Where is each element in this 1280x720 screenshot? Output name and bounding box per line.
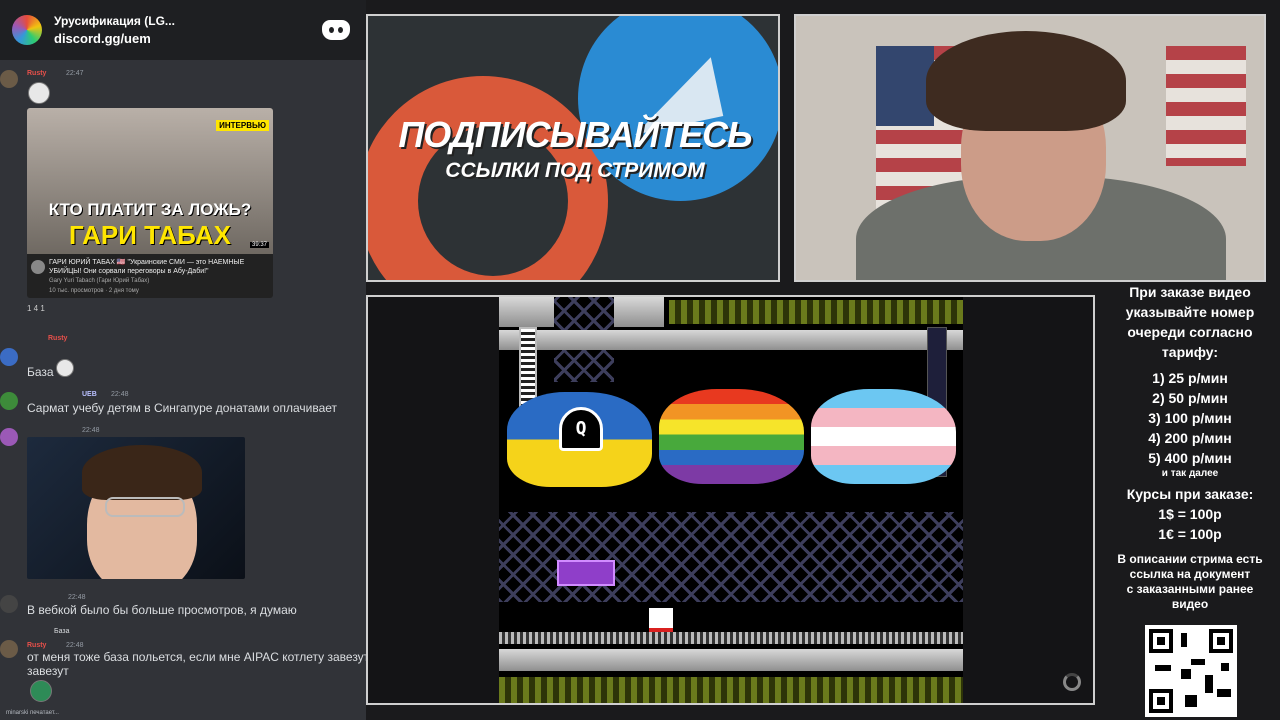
rainbow-flag-map bbox=[659, 389, 804, 484]
timestamp: 22:48 bbox=[68, 594, 86, 601]
typing-indicator: minarski печатает... bbox=[6, 710, 59, 716]
discord-logo-icon bbox=[322, 20, 350, 40]
trans-flag-map bbox=[811, 389, 956, 484]
avatar bbox=[0, 348, 18, 366]
us-flag-right bbox=[1166, 46, 1246, 166]
tariff-item: 4) 200 р/мин bbox=[1148, 430, 1232, 446]
avatar bbox=[0, 392, 18, 410]
info-intro-line: При заказе видео bbox=[1129, 284, 1251, 300]
reactions-bar[interactable]: 1 4 1 bbox=[27, 304, 45, 313]
green-rail bbox=[669, 300, 963, 324]
message-text: от меня тоже база польется, если мне AIP… bbox=[27, 650, 366, 664]
streamer-webcam bbox=[794, 14, 1266, 282]
youtube-embed[interactable]: ИНТЕРВЬЮ КТО ПЛАТИТ ЗА ЛОЖЬ? ГАРИ ТАБАХ … bbox=[27, 108, 273, 298]
green-floor bbox=[499, 677, 963, 703]
message-text: База bbox=[27, 365, 54, 379]
girder bbox=[499, 512, 963, 602]
message-text: Сармат учебу детям в Сингапуре донатами … bbox=[27, 401, 338, 415]
youtube-headline: КТО ПЛАТИТ ЗА ЛОЖЬ? bbox=[48, 200, 252, 219]
server-invite-link[interactable]: discord.gg/uem bbox=[54, 30, 322, 47]
server-icon bbox=[12, 15, 42, 45]
server-name: Урусификация (LG... bbox=[54, 14, 175, 28]
timestamp: 22:47 bbox=[66, 70, 84, 77]
shared-image[interactable] bbox=[27, 437, 245, 579]
desc-line: В описании стрима есть bbox=[1117, 552, 1263, 566]
info-intro-line: тарифу: bbox=[1161, 344, 1219, 360]
tariff-etc: и так далее bbox=[1161, 468, 1219, 479]
pipe bbox=[614, 297, 664, 327]
rate-item: 1$ = 100р bbox=[1158, 506, 1222, 522]
globe-emoji-icon bbox=[30, 680, 52, 702]
chat-header: Урусификация (LG... discord.gg/uem bbox=[0, 0, 366, 60]
tariff-item: 3) 100 р/мин bbox=[1148, 410, 1232, 426]
qr-code bbox=[1145, 625, 1237, 717]
avatar bbox=[0, 640, 18, 658]
youtube-author[interactable]: Gary Yuri Tabach (Гари Юрий Табах) bbox=[49, 278, 149, 284]
timestamp: 22:48 bbox=[66, 642, 84, 649]
info-intro-line: очереди согласно bbox=[1127, 324, 1253, 340]
trollface-emoji-icon bbox=[28, 82, 50, 104]
trollface-emoji-icon bbox=[56, 359, 74, 377]
rates-title: Курсы при заказе: bbox=[1126, 486, 1254, 502]
discord-chat-panel: Урусификация (LG... discord.gg/uem Rusty… bbox=[0, 0, 366, 720]
reply-preview[interactable]: База bbox=[54, 628, 70, 635]
promo-banner: ПОДПИСЫВАЙТЕСЬ ССЫЛКИ ПОД СТРИМОМ bbox=[366, 14, 780, 282]
channel-avatar bbox=[31, 260, 45, 274]
info-intro-line: указывайте номер bbox=[1125, 304, 1255, 320]
tariff-item: 5) 400 р/мин bbox=[1148, 450, 1232, 466]
server-info: Урусификация (LG... discord.gg/uem bbox=[54, 13, 322, 47]
game-capture: Q bbox=[366, 295, 1095, 705]
timestamp: 22:48 bbox=[111, 391, 129, 398]
desc-line: с заказанными ранее bbox=[1126, 582, 1254, 596]
promo-subtitle: ССЫЛКИ ПОД СТРИМОМ bbox=[445, 159, 705, 182]
message-text-wrap: завезут bbox=[27, 664, 69, 678]
username[interactable]: Rusty bbox=[27, 70, 46, 77]
streamer-hair bbox=[926, 31, 1126, 131]
glasses bbox=[105, 497, 185, 517]
boss-letter: Q bbox=[575, 418, 587, 439]
username[interactable]: Rusty bbox=[27, 642, 46, 649]
pipe bbox=[499, 330, 963, 350]
desc-line: ссылка на документ bbox=[1129, 567, 1251, 581]
boss-emblem-icon: Q bbox=[559, 407, 603, 451]
username[interactable]: Rusty bbox=[48, 335, 67, 342]
rate-item: 1€ = 100р bbox=[1158, 526, 1222, 542]
message-text: В вебкой было бы больше просмотров, я ду… bbox=[27, 603, 297, 617]
loading-spinner-icon bbox=[1063, 673, 1081, 691]
youtube-badge: ИНТЕРВЬЮ bbox=[216, 120, 269, 131]
youtube-duration: 39:37 bbox=[249, 242, 269, 248]
avatar bbox=[0, 428, 18, 446]
tariff-item: 1) 25 р/мин bbox=[1152, 370, 1228, 386]
timestamp: 22:48 bbox=[82, 427, 100, 434]
youtube-title[interactable]: ГАРИ ЮРИЙ ТАБАХ 🇺🇸 "Украинские СМИ — это… bbox=[49, 258, 269, 276]
pipe bbox=[499, 297, 554, 327]
youtube-headline-name: ГАРИ ТАБАХ bbox=[69, 220, 231, 250]
floor-pipe bbox=[499, 649, 963, 671]
spike-rail bbox=[499, 632, 963, 644]
hair bbox=[82, 445, 202, 500]
youtube-views: 10 тыс. просмотров · 2 дня тому bbox=[49, 288, 139, 294]
purple-platform bbox=[557, 560, 615, 586]
order-info-panel: При заказе видео указывайте номер очеред… bbox=[1100, 282, 1280, 612]
avatar bbox=[0, 595, 18, 613]
avatar bbox=[0, 70, 18, 88]
promo-title: ПОДПИСЫВАЙТЕСЬ bbox=[398, 114, 752, 155]
tariff-item: 2) 50 р/мин bbox=[1152, 390, 1228, 406]
desc-line: видео bbox=[1171, 597, 1209, 611]
username[interactable]: UEB bbox=[82, 391, 97, 398]
game-screen: Q bbox=[499, 297, 963, 703]
